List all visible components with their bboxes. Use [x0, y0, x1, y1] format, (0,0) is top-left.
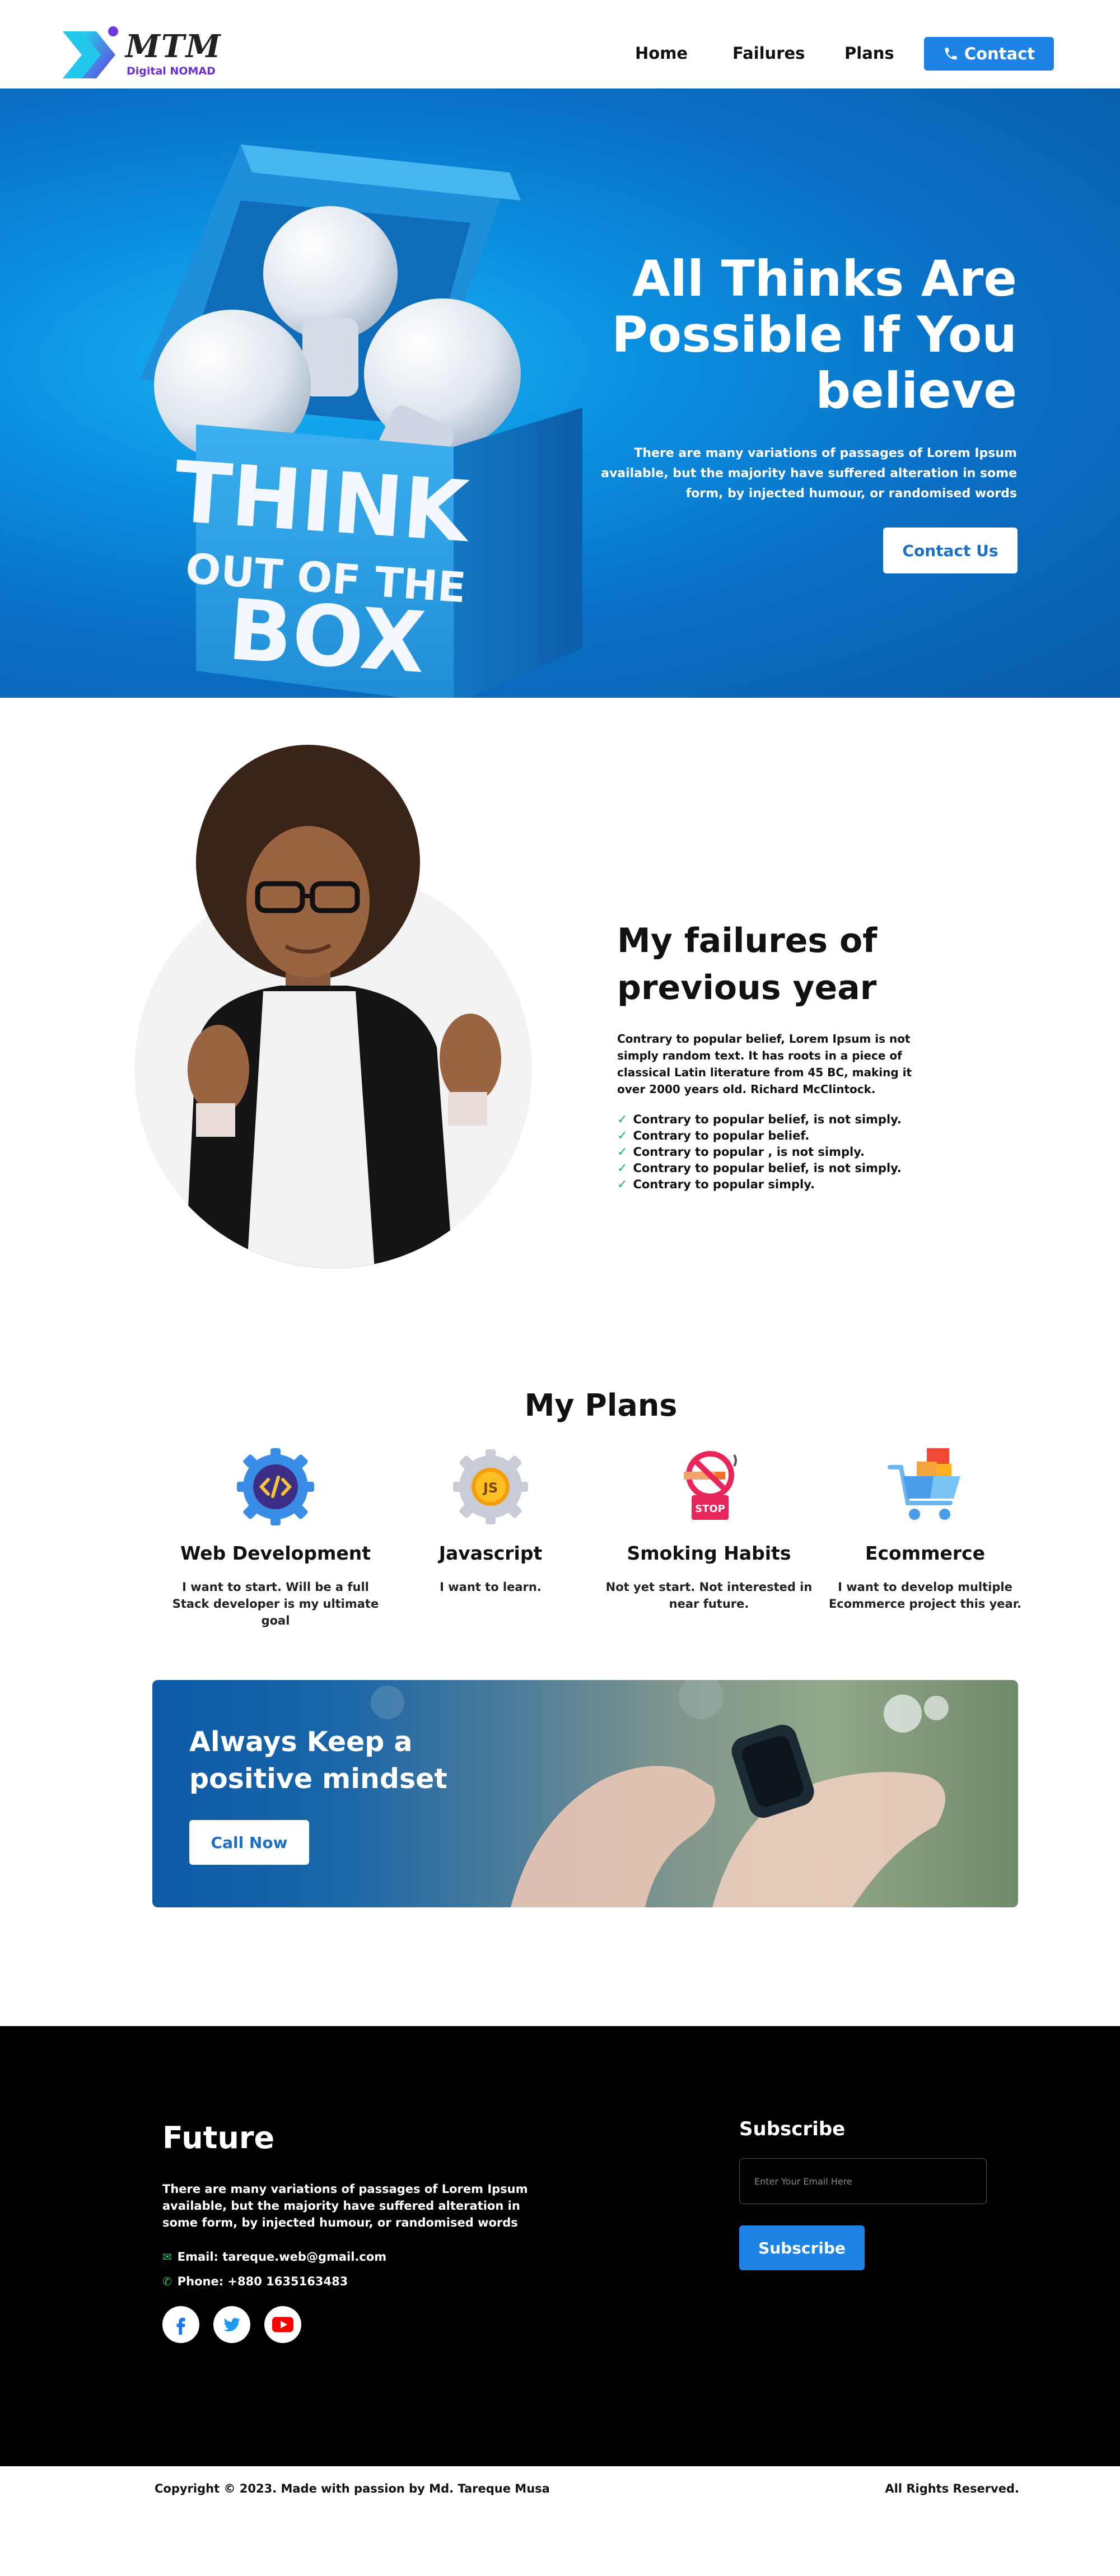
think-out-of-box-image: THINK OUT OF THE BOX — [140, 144, 582, 698]
box-text-line-1: THINK — [171, 444, 474, 562]
brand-logo[interactable]: MTM Digital NOMAD — [59, 26, 221, 82]
box-text-line-3: BOX — [225, 581, 428, 692]
logo-mark-icon — [63, 26, 118, 78]
plan-desc: I want to learn. — [440, 1580, 542, 1594]
nav-contact-button[interactable]: Contact — [924, 37, 1054, 71]
nav-failures-link[interactable]: Failures — [732, 44, 805, 63]
phone-icon: ✆ — [162, 2275, 172, 2288]
list-item: ✓ Contrary to popular simply. — [617, 1178, 815, 1192]
failures-title: My failures of previous year — [617, 921, 878, 1007]
failures-list: ✓ Contrary to popular belief, is not simp… — [617, 1112, 902, 1193]
mail-icon: ✉ — [162, 2250, 172, 2264]
plan-desc: I want to start. Will be a full Stack de… — [172, 1580, 379, 1627]
svg-text:STOP: STOP — [695, 1503, 725, 1515]
check-icon: ✓ — [617, 1145, 628, 1159]
check-icon: ✓ — [617, 1129, 628, 1143]
plan-desc: Not yet start. Not interested in near fu… — [605, 1580, 813, 1611]
plan-title: Web Development — [180, 1542, 371, 1564]
failures-text: Contrary to popular belief, Lorem Ipsum … — [617, 1032, 912, 1096]
nav-plans-link[interactable]: Plans — [844, 44, 894, 63]
twitter-icon[interactable] — [213, 2306, 250, 2343]
subscribe-button[interactable]: Subscribe — [739, 2225, 865, 2270]
footer: Future There are many variations of pass… — [0, 2026, 1120, 2466]
footer-phone[interactable]: ✆ Phone: +880 1635163483 — [162, 2275, 348, 2288]
call-now-button[interactable]: Call Now — [189, 1820, 309, 1865]
footer-title: Future — [162, 2120, 275, 2155]
brand-name: MTM — [125, 28, 222, 65]
check-icon: ✓ — [617, 1161, 628, 1175]
subscribe-email-input[interactable] — [739, 2158, 987, 2204]
plan-card-smoking-habits: STOP Smoking Habits Not yet start. Not i… — [597, 1445, 821, 1612]
copyright-text: Copyright © 2023. Made with passion by M… — [155, 2482, 550, 2495]
plan-title: Ecommerce — [865, 1542, 986, 1564]
js-gear-icon: JS — [453, 1449, 528, 1524]
plan-desc: I want to develop multiple Ecommerce pro… — [828, 1580, 1022, 1611]
facebook-icon[interactable] — [162, 2306, 199, 2343]
subscribe-title: Subscribe — [739, 2118, 846, 2140]
shopping-cart-icon — [888, 1448, 960, 1520]
plans-title: My Plans — [524, 1388, 678, 1423]
navbar: MTM Digital NOMAD Home Failures Plans Co… — [0, 0, 1120, 88]
list-item: ✓ Contrary to popular belief, is not simp… — [617, 1113, 902, 1127]
plan-card-ecommerce: Ecommerce I want to develop multiple Eco… — [813, 1445, 1037, 1612]
footer-email[interactable]: ✉ Email: tareque.web@gmail.com — [162, 2250, 386, 2264]
check-icon: ✓ — [617, 1178, 628, 1192]
cta-title: Always Keep a positive mindset — [189, 1726, 447, 1795]
plan-card-javascript: JS Javascript I want to learn. — [379, 1445, 603, 1595]
plan-title: Smoking Habits — [627, 1542, 791, 1564]
woman-portrait-image — [134, 745, 532, 1268]
footer-text: There are many variations of passages of… — [162, 2182, 528, 2229]
list-item: ✓ Contrary to popular belief, is not simp… — [617, 1161, 902, 1175]
hero-contact-button[interactable]: Contact Us — [883, 528, 1018, 573]
hero-text: There are many variations of passages of… — [601, 446, 1017, 501]
plan-card-web-development: Web Development I want to start. Will be… — [164, 1445, 388, 1629]
rights-text: All Rights Reserved. — [885, 2482, 1019, 2495]
code-gear-icon — [237, 1448, 314, 1525]
phone-icon — [945, 48, 957, 60]
plan-title: Javascript — [438, 1542, 543, 1564]
check-icon: ✓ — [617, 1113, 628, 1127]
hero-title: All Thinks Are Possible If You believe — [612, 250, 1017, 419]
nav-home-link[interactable]: Home — [635, 44, 688, 63]
cta-banner: Always Keep a positive mindset Call Now — [152, 1680, 1018, 1907]
nav-contact-label: Contact — [964, 44, 1035, 63]
list-item: ✓ Contrary to popular , is not simply. — [617, 1145, 865, 1159]
no-smoking-icon: STOP — [684, 1451, 737, 1520]
brand-tagline: Digital NOMAD — [127, 65, 216, 77]
hero-section: THINK OUT OF THE BOX All Thinks Are Poss… — [0, 88, 1120, 698]
svg-text:JS: JS — [482, 1480, 498, 1496]
list-item: ✓ Contrary to popular belief. — [617, 1129, 810, 1143]
youtube-icon[interactable] — [264, 2306, 301, 2343]
